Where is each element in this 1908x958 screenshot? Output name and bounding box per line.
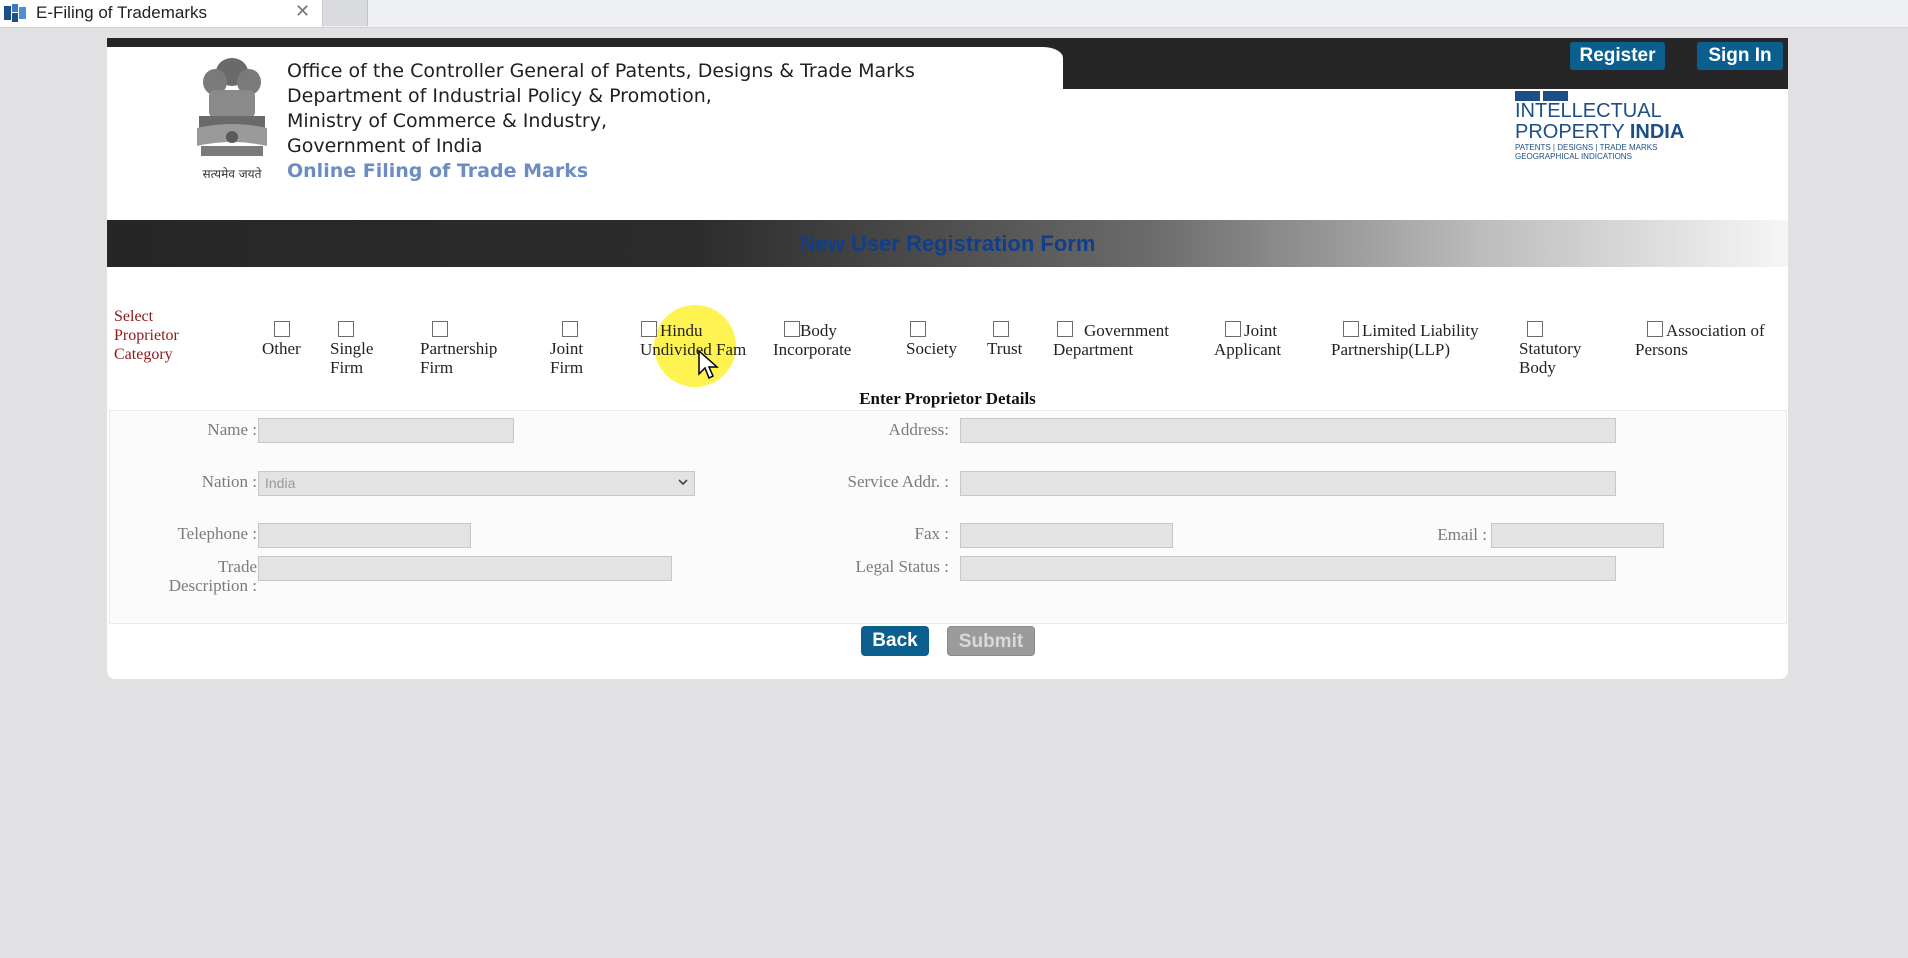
category-government-department[interactable]: Government Department xyxy=(1053,320,1193,359)
category-society-label: Society xyxy=(906,339,957,358)
category-society[interactable]: Society xyxy=(906,320,976,358)
proprietor-category-label: Select Proprietor Category xyxy=(114,308,179,363)
trade-description-label-line-2: Description : xyxy=(168,576,257,595)
category-single-firm[interactable]: Single Firm xyxy=(330,320,390,377)
category-llp-label: Limited Liability Partnership(LLP) xyxy=(1331,321,1479,359)
header-top-bar xyxy=(107,38,1052,47)
header-top-bar-right xyxy=(1032,38,1788,89)
nation-label: Nation : xyxy=(201,472,257,491)
category-trust-checkbox[interactable] xyxy=(993,321,1009,337)
address-input[interactable] xyxy=(960,418,1616,443)
logo-line-3: PATENTS | DESIGNS | TRADE MARKS xyxy=(1515,143,1658,152)
telephone-input[interactable] xyxy=(258,523,471,548)
header-line-4: Government of India xyxy=(287,135,483,157)
telephone-label: Telephone : xyxy=(177,524,257,543)
category-body-incorporate-label: Body Incorporate xyxy=(773,321,852,359)
sign-in-button[interactable]: Sign In xyxy=(1697,42,1783,70)
header-notch xyxy=(1015,38,1063,89)
chevron-down-icon xyxy=(678,479,688,486)
category-statutory-body[interactable]: Statutory Body xyxy=(1519,320,1599,377)
category-trust[interactable]: Trust xyxy=(987,320,1037,358)
trade-description-label: Trade Description : xyxy=(127,557,257,595)
category-body-incorporate[interactable]: Body Incorporate xyxy=(773,320,873,359)
category-partnership-firm-checkbox[interactable] xyxy=(432,321,448,337)
ashoka-emblem-logo: सत्यमेव जयते xyxy=(187,50,277,182)
service-address-label: Service Addr. : xyxy=(847,472,949,491)
header-line-1: Office of the Controller General of Pate… xyxy=(287,60,915,82)
logo-line-2b: INDIA xyxy=(1629,121,1685,143)
trademark-favicon-icon xyxy=(4,4,26,22)
category-single-firm-checkbox[interactable] xyxy=(338,321,354,337)
emblem-caption: सत्यमेव जयते xyxy=(202,167,262,181)
browser-tab[interactable]: E-Filing of Trademarks ✕ xyxy=(0,0,323,27)
nation-select[interactable]: India xyxy=(258,471,695,496)
fax-label: Fax : xyxy=(914,524,949,543)
email-label: Email : xyxy=(1437,525,1487,544)
category-hindu-undivided-family-label: Hindu Undivided Fam xyxy=(640,321,747,359)
category-society-checkbox[interactable] xyxy=(910,321,926,337)
category-joint-applicant-label: Joint Applicant xyxy=(1214,321,1282,359)
intellectual-property-india-logo: INTELLECTUAL PROPERTY INDIA PATENTS | DE… xyxy=(1507,90,1687,170)
logo-line-2a: PROPERTY xyxy=(1515,121,1625,143)
header-organization-text: Office of the Controller General of Pate… xyxy=(287,59,915,184)
name-input[interactable] xyxy=(258,418,514,443)
email-input[interactable] xyxy=(1491,523,1664,548)
category-other[interactable]: Other xyxy=(262,320,317,358)
address-label: Address: xyxy=(888,420,949,439)
category-other-label: Other xyxy=(262,339,301,358)
category-statutory-body-checkbox[interactable] xyxy=(1527,321,1543,337)
proprietor-details-title: Enter Proprietor Details xyxy=(859,389,1036,408)
fax-input[interactable] xyxy=(960,523,1173,548)
category-partnership-firm-label: Partnership Firm xyxy=(420,339,498,377)
mouse-pointer-icon xyxy=(698,350,719,380)
category-statutory-body-label: Statutory Body xyxy=(1519,339,1582,377)
legal-status-input[interactable] xyxy=(960,556,1616,581)
category-government-department-label: Government Department xyxy=(1053,321,1169,359)
category-joint-firm-checkbox[interactable] xyxy=(562,321,578,337)
header-line-2: Department of Industrial Policy & Promot… xyxy=(287,85,712,107)
form-title-band: New User Registration Form xyxy=(107,220,1788,267)
category-joint-firm[interactable]: Joint Firm xyxy=(550,320,600,377)
service-address-input[interactable] xyxy=(960,471,1616,496)
trade-description-label-line-1: Trade xyxy=(217,557,257,576)
category-trust-label: Trust xyxy=(987,339,1023,358)
page-card: Register Sign In सत्यमेव जयते Office of … xyxy=(107,38,1788,679)
category-association-of-persons-label: Association of Persons xyxy=(1635,321,1765,359)
category-llp[interactable]: Limited Liability Partnership(LLP) xyxy=(1331,320,1506,359)
logo-line-4: GEOGRAPHICAL INDICATIONS xyxy=(1515,152,1632,161)
browser-tab-strip: E-Filing of Trademarks ✕ xyxy=(0,0,1908,28)
category-hindu-undivided-family[interactable]: Hindu Undivided Fam xyxy=(630,320,760,359)
category-association-of-persons[interactable]: Association of Persons xyxy=(1635,320,1775,359)
category-single-firm-label: Single Firm xyxy=(330,339,374,377)
tab-close-icon[interactable]: ✕ xyxy=(295,1,310,22)
header-subtitle: Online Filing of Trade Marks xyxy=(287,160,589,182)
browser-tab-title: E-Filing of Trademarks xyxy=(36,3,207,22)
category-partnership-firm[interactable]: Partnership Firm xyxy=(420,320,520,377)
trade-description-input[interactable] xyxy=(258,556,672,581)
form-title: New User Registration Form xyxy=(799,231,1096,256)
back-button[interactable]: Back xyxy=(861,626,929,656)
nation-selected-value: India xyxy=(265,475,296,491)
category-joint-firm-label: Joint Firm xyxy=(550,339,584,377)
new-tab-button[interactable] xyxy=(323,0,368,26)
category-joint-applicant[interactable]: Joint Applicant xyxy=(1214,320,1304,359)
legal-status-label: Legal Status : xyxy=(855,557,949,576)
category-other-checkbox[interactable] xyxy=(274,321,290,337)
name-label: Name : xyxy=(207,420,257,439)
submit-button[interactable]: Submit xyxy=(947,626,1035,656)
header-line-3: Ministry of Commerce & Industry, xyxy=(287,110,608,132)
logo-line-1: INTELLECTUAL xyxy=(1515,100,1662,122)
register-button[interactable]: Register xyxy=(1570,42,1665,70)
